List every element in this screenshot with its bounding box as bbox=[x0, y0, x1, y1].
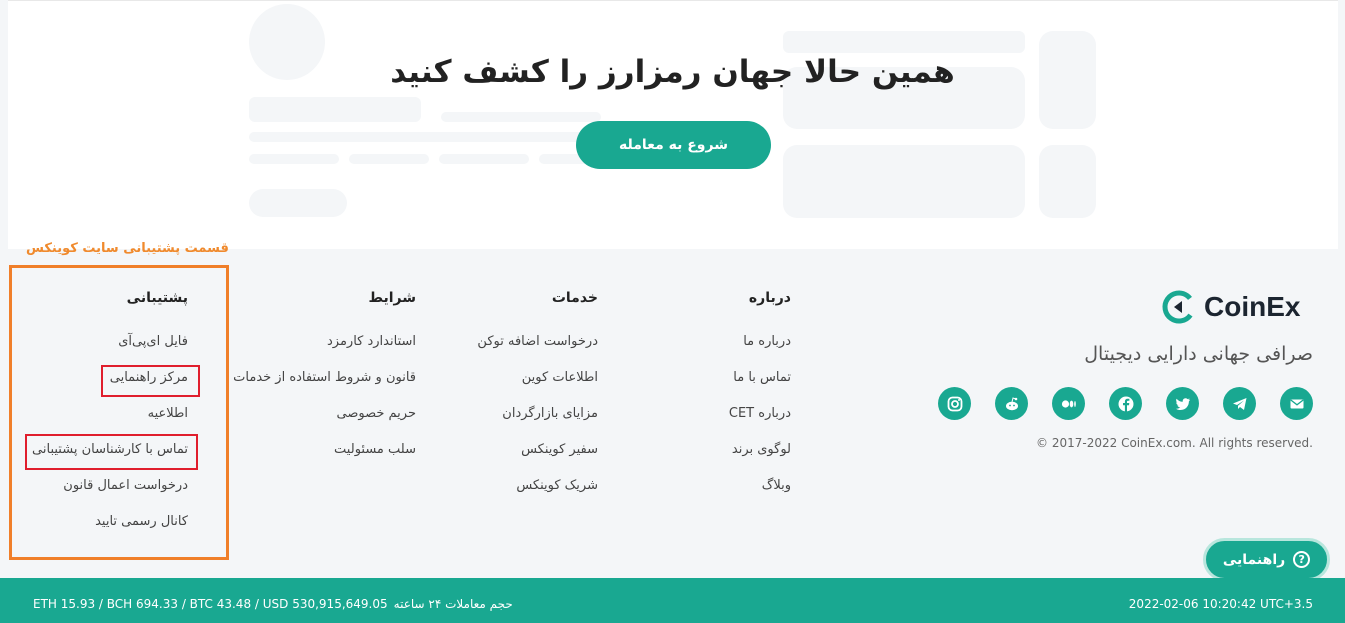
volume-values: ETH 15.93 / BCH 694.33 / BTC 43.48 / USD… bbox=[33, 597, 388, 611]
volume-info: ETH 15.93 / BCH 694.33 / BTC 43.48 / USD… bbox=[33, 597, 513, 611]
footer-link-contact-us[interactable]: تماس با ما bbox=[733, 370, 791, 385]
help-button[interactable]: ? راهنمایی bbox=[1203, 538, 1330, 581]
footer-link-market-maker[interactable]: مزایای بازارگردان bbox=[502, 406, 598, 421]
placeholder-card bbox=[1039, 145, 1096, 218]
placeholder-bar bbox=[249, 189, 347, 217]
coinex-logo-icon bbox=[1162, 290, 1196, 324]
footer-link-about-us[interactable]: درباره ما bbox=[743, 334, 791, 349]
footer-link-privacy[interactable]: حریم خصوصی bbox=[336, 406, 416, 421]
footer-link-blog[interactable]: وبلاگ bbox=[762, 478, 791, 493]
placeholder-bar bbox=[249, 154, 339, 164]
footer-link-token-request[interactable]: درخواست اضافه توکن bbox=[477, 334, 598, 349]
reddit-icon[interactable] bbox=[995, 387, 1028, 420]
twitter-icon[interactable] bbox=[1166, 387, 1199, 420]
coinex-logo[interactable]: CoinEx bbox=[1160, 288, 1300, 326]
placeholder-bar bbox=[249, 132, 589, 142]
footer-link-ambassador[interactable]: سفیر کوینکس bbox=[521, 442, 598, 457]
footer-link-api-docs[interactable]: فایل ای‌پی‌آی bbox=[118, 334, 188, 349]
start-trading-button[interactable]: شروع به معامله bbox=[576, 121, 771, 169]
footer-link-help-center[interactable]: مرکز راهنمایی bbox=[110, 370, 188, 385]
footer-link-announcements[interactable]: اطلاعیه bbox=[148, 406, 188, 421]
medium-icon[interactable] bbox=[1052, 387, 1085, 420]
facebook-icon[interactable] bbox=[1109, 387, 1142, 420]
placeholder-bar bbox=[249, 97, 421, 122]
terms-column-title: شرایط bbox=[368, 290, 416, 306]
services-column-title: خدمات bbox=[551, 290, 598, 306]
support-column-title: پشتیبانی bbox=[126, 290, 188, 306]
placeholder-bar bbox=[441, 112, 601, 122]
footer-link-partner[interactable]: شریک کوینکس bbox=[516, 478, 598, 493]
instagram-icon[interactable] bbox=[938, 387, 971, 420]
help-button-label: راهنمایی bbox=[1222, 551, 1286, 568]
footer-link-brand-logo[interactable]: لوگوی برند bbox=[732, 442, 791, 457]
annotation-label: قسمت پشتیبانی سایت کوینکس bbox=[26, 241, 229, 256]
cta-title: همین حالا جهان رمزارز را کشف کنید bbox=[390, 54, 955, 90]
footer-link-contact-support[interactable]: تماس با کارشناسان پشتیبانی bbox=[32, 442, 188, 457]
brand-tagline: صرافی جهانی دارایی دیجیتال bbox=[1084, 343, 1313, 365]
email-icon[interactable] bbox=[1280, 387, 1313, 420]
question-icon: ? bbox=[1293, 551, 1311, 568]
footer-link-official-verification[interactable]: کانال رسمی تایید bbox=[95, 514, 188, 529]
footer-link-terms-of-service[interactable]: قانون و شروط استفاده از خدمات bbox=[233, 370, 416, 385]
footer-link-about-cet[interactable]: درباره CET bbox=[729, 406, 791, 421]
telegram-icon[interactable] bbox=[1223, 387, 1256, 420]
footer-link-fee-standard[interactable]: استاندارد کارمزد bbox=[327, 334, 416, 349]
brand-name: CoinEx bbox=[1204, 291, 1301, 322]
volume-label: حجم معاملات ۲۴ ساعته bbox=[393, 597, 513, 611]
placeholder-bar bbox=[783, 31, 1025, 53]
copyright-text: © 2017-2022 CoinEx.com. All rights reser… bbox=[1036, 436, 1313, 450]
about-column-title: درباره bbox=[748, 290, 791, 306]
placeholder-bar bbox=[439, 154, 529, 164]
placeholder-bar bbox=[349, 154, 429, 164]
bottom-status-bar: ETH 15.93 / BCH 694.33 / BTC 43.48 / USD… bbox=[0, 578, 1345, 623]
footer-link-disclaimer[interactable]: سلب مسئولیت bbox=[334, 442, 416, 457]
footer-link-coin-info[interactable]: اطلاعات کوین bbox=[522, 370, 598, 385]
footer-link-law-enforcement[interactable]: درخواست اعمال قانون bbox=[63, 478, 188, 493]
datetime: 2022-02-06 10:20:42 UTC+3.5 bbox=[1128, 597, 1313, 611]
placeholder-card bbox=[783, 145, 1025, 218]
